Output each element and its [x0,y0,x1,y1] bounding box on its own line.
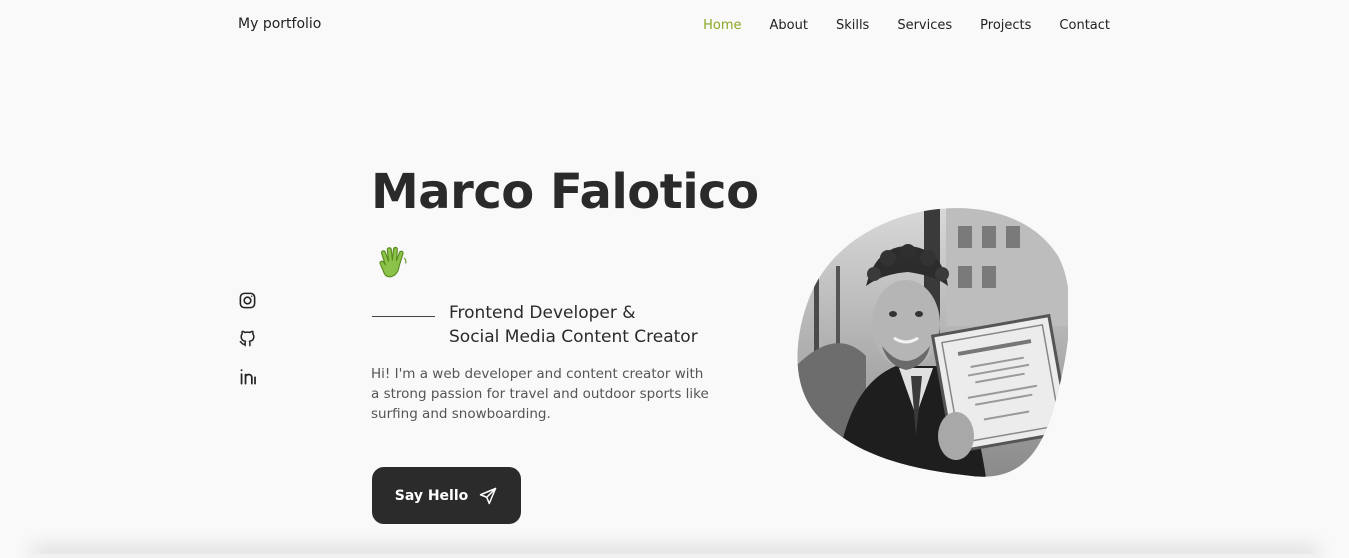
subtitle-divider [372,316,435,317]
hero-description: Hi! I'm a web developer and content crea… [371,366,709,422]
hero-subtitle: Frontend Developer & Social Media Conten… [449,301,698,349]
waving-hand-icon [379,246,407,278]
hero-name: Marco Falotico [371,164,759,220]
main-nav: Home About Skills Services Projects Cont… [675,18,1110,33]
send-icon [480,487,497,504]
social-links [238,291,258,405]
linkedin-link[interactable] [238,367,258,387]
instagram-icon [239,292,256,309]
subtitle-line-1: Frontend Developer & [449,303,636,323]
say-hello-button[interactable]: Say Hello [372,467,521,524]
next-section-edge [30,554,1320,558]
nav-about[interactable]: About [770,18,808,33]
github-icon [239,330,255,347]
nav-home[interactable]: Home [703,18,741,33]
profile-photo [797,208,1068,477]
instagram-link[interactable] [238,291,258,311]
say-hello-label: Say Hello [394,487,469,504]
nav-contact[interactable]: Contact [1059,18,1110,33]
nav-skills[interactable]: Skills [836,18,869,33]
header: My portfolio Home About Skills Services … [0,0,1349,54]
subtitle-line-2: Social Media Content Creator [449,327,698,347]
logo-link[interactable]: My portfolio [238,16,321,32]
nav-projects[interactable]: Projects [980,18,1031,33]
nav-services[interactable]: Services [897,18,952,33]
linkedin-icon [240,369,256,385]
github-link[interactable] [238,329,258,349]
